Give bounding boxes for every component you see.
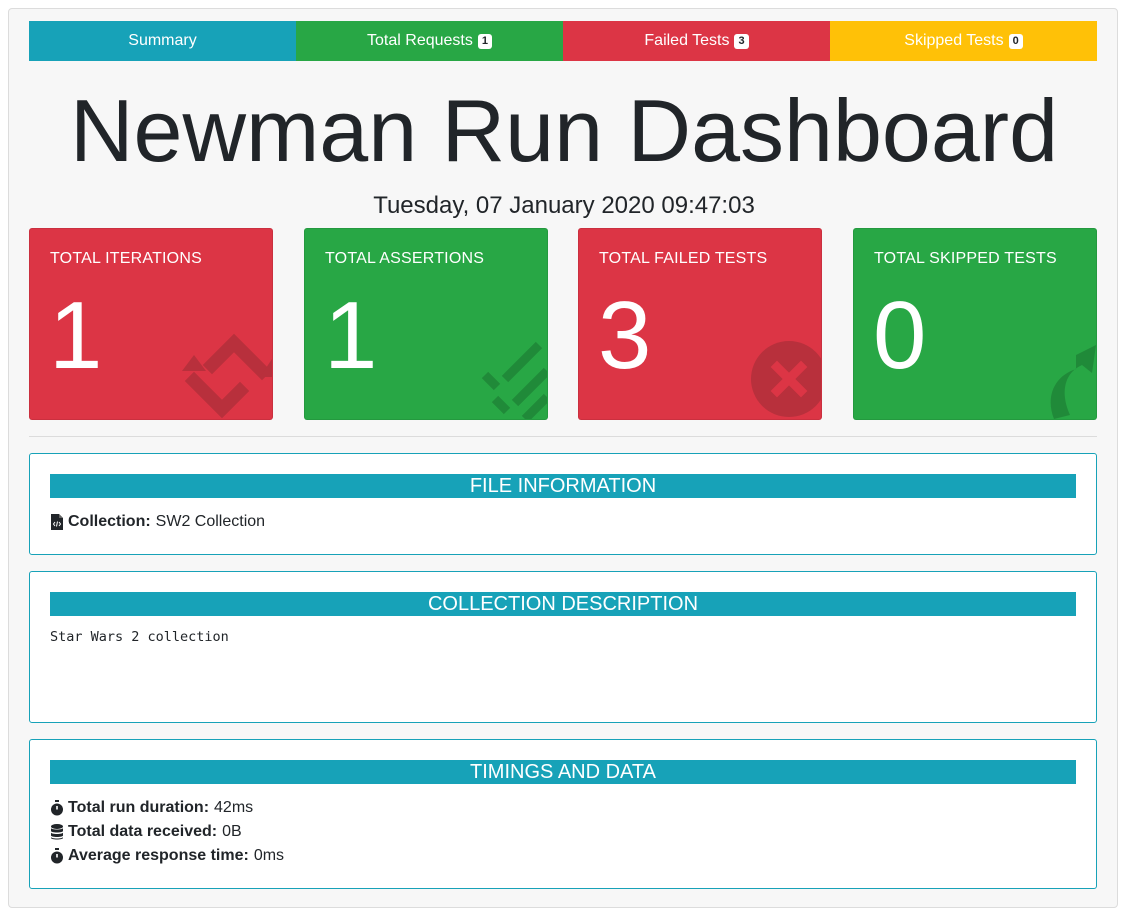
timings-panel: TIMINGS AND DATA Total run duration: 42m… [29,739,1097,889]
card-label: TOTAL FAILED TESTS [599,250,768,267]
tab-skipped-tests[interactable]: Skipped Tests 0 [830,21,1097,61]
page-title: Newman Run Dashboard [69,81,1059,180]
summary-cards: TOTAL ITERATIONS 1 TOTAL ASSERTIONS 1 TO… [29,228,1097,420]
tab-total-requests[interactable]: Total Requests 1 [296,21,563,61]
skipped-tests-badge: 0 [1008,33,1023,49]
failed-tests-badge: 3 [734,33,749,49]
run-date: Tuesday, 07 January 2020 09:47:03 [373,192,755,219]
refresh-icon [182,333,272,419]
stopwatch-icon [51,800,63,816]
card-value: 1 [49,282,103,389]
card-label: TOTAL ITERATIONS [50,250,202,267]
section-divider [29,436,1097,437]
stopwatch-icon [51,848,63,864]
card-value: 3 [598,282,652,389]
card-label: TOTAL ASSERTIONS [325,250,485,267]
card-total-skipped-tests: TOTAL SKIPPED TESTS 0 [853,228,1097,420]
panel-heading: TIMINGS AND DATA [50,760,1076,784]
tab-failed-tests-label: Failed Tests [644,32,730,49]
card-value: 0 [873,282,927,389]
total-requests-badge: 1 [477,33,492,49]
tab-summary-label: Summary [128,32,197,49]
average-response-row: Average response time: 0ms [50,846,284,866]
tasks-icon [481,341,547,419]
collection-value: SW2 Collection [155,513,266,530]
tab-skipped-tests-label: Skipped Tests [904,32,1004,49]
file-code-icon [51,514,63,530]
times-circle-icon [751,341,821,417]
tab-failed-tests[interactable]: Failed Tests 3 [563,21,830,61]
database-icon [51,824,63,840]
tab-summary[interactable]: Summary [29,21,296,61]
collection-description-panel: COLLECTION DESCRIPTION Star Wars 2 colle… [29,571,1097,723]
dashboard-container: Summary Total Requests 1 Failed Tests 3 … [8,8,1118,908]
card-total-failed-tests: TOTAL FAILED TESTS 3 [578,228,822,420]
nav-tabs: Summary Total Requests 1 Failed Tests 3 … [29,21,1097,61]
run-duration-value: 42ms [214,799,254,816]
data-received-label: Total data received: [68,823,218,840]
card-total-assertions: TOTAL ASSERTIONS 1 [304,228,548,420]
average-response-value: 0ms [253,847,285,864]
card-label: TOTAL SKIPPED TESTS [874,250,1057,267]
file-information-panel: FILE INFORMATION Collection: SW2 Collect… [29,453,1097,555]
collection-label: Collection: [68,513,151,530]
card-total-iterations: TOTAL ITERATIONS 1 [29,228,273,420]
share-arrow-icon [1050,345,1096,419]
data-received-value: 0B [222,823,242,840]
data-received-row: Total data received: 0B [50,822,242,842]
card-value: 1 [324,282,378,389]
collection-row: Collection: SW2 Collection [50,512,265,532]
panel-heading: FILE INFORMATION [50,474,1076,498]
panel-heading: COLLECTION DESCRIPTION [50,592,1076,616]
run-duration-label: Total run duration: [68,799,210,816]
tab-total-requests-label: Total Requests [367,32,473,49]
average-response-label: Average response time: [68,847,249,864]
run-duration-row: Total run duration: 42ms [50,798,253,818]
collection-description-text: Star Wars 2 collection [50,629,229,645]
